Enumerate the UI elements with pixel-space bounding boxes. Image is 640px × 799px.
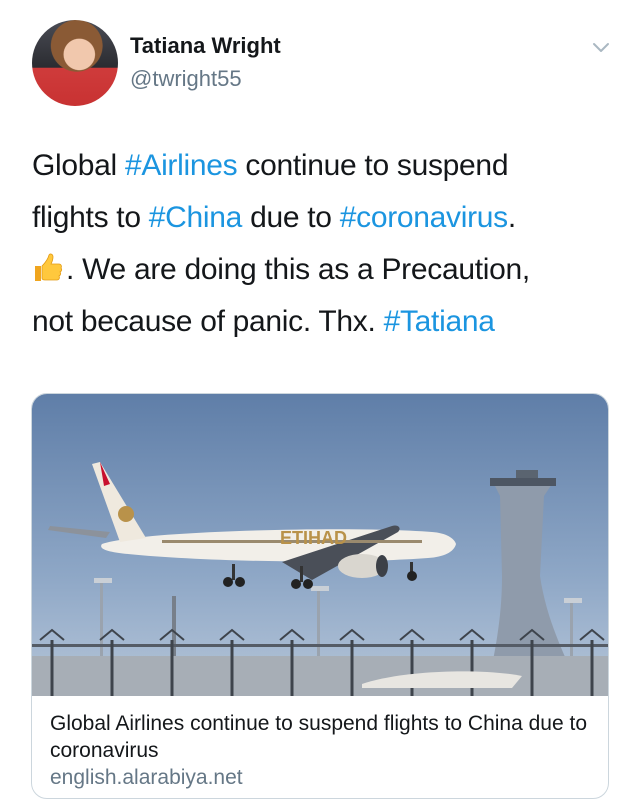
tweet-line: Global #Airlines continue to suspend (32, 140, 622, 192)
card-title[interactable]: Global Airlines continue to suspend flig… (50, 710, 595, 764)
avatar[interactable] (32, 20, 118, 106)
svg-text:ETIHAD: ETIHAD (280, 528, 347, 548)
tweet-text-segment: due to (242, 201, 340, 234)
tweet-text-segment: continue to suspend (237, 149, 509, 182)
tweet-text-segment: Global (32, 149, 125, 182)
author-handle[interactable]: @twright55 (130, 66, 242, 92)
tweet-text-segment: flights to (32, 201, 149, 234)
link-card[interactable]: ETIHAD Global Airlines continue to suspe… (31, 393, 609, 799)
tweet-text: Global #Airlines continue to suspend fli… (32, 140, 622, 348)
hashtag-link[interactable]: #China (149, 201, 243, 234)
hashtag-link[interactable]: #Airlines (125, 149, 238, 182)
card-domain[interactable]: english.alarabiya.net (50, 766, 243, 790)
chevron-down-icon[interactable] (592, 40, 610, 54)
tweet-line: not because of panic. Thx. #Tatiana (32, 296, 622, 348)
hashtag-link[interactable]: #Tatiana (384, 305, 495, 338)
author-name[interactable]: Tatiana Wright (130, 33, 281, 59)
tweet-text-segment: . We are doing this as a Precaution, (66, 253, 530, 286)
hashtag-link[interactable]: #coronavirus (340, 201, 508, 234)
tweet: Tatiana Wright @twright55 Global #Airlin… (0, 0, 640, 799)
tweet-text-segment: not because of panic. Thx. (32, 305, 384, 338)
tweet-text-segment: . (507, 201, 516, 234)
tweet-line: . We are doing this as a Precaution, (32, 244, 622, 296)
airplane-photo[interactable]: ETIHAD (32, 394, 609, 696)
thumbs-up-icon (35, 253, 63, 281)
tweet-line: flights to #China due to #coronavirus. (32, 192, 622, 244)
